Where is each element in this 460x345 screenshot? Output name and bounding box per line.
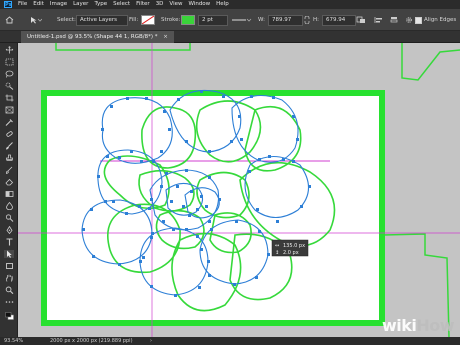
- status-bar: 93.54% 2000 px x 2000 px (219.889 ppi) ›: [0, 337, 460, 345]
- path-operations-icon[interactable]: [356, 9, 366, 31]
- eraser-icon[interactable]: [4, 178, 14, 186]
- type-icon[interactable]: [4, 238, 14, 246]
- blur-icon[interactable]: [4, 202, 14, 210]
- quick-select-icon[interactable]: [4, 82, 14, 90]
- document-page: [42, 91, 384, 325]
- align-edges-checkbox[interactable]: Align Edges: [415, 9, 456, 31]
- link-icon[interactable]: [303, 9, 311, 31]
- path-selection-tool-preset-icon[interactable]: [30, 9, 42, 31]
- h-label: H:: [313, 17, 319, 23]
- height-field[interactable]: 679.94: [322, 9, 356, 31]
- close-tab-icon[interactable]: ×: [163, 34, 168, 40]
- stroke-width-value: 2 pt: [198, 14, 228, 26]
- hand-icon[interactable]: [4, 274, 14, 282]
- tools-panel: [0, 43, 18, 337]
- svg-text:↕: ↕: [275, 250, 279, 256]
- photoshop-logo-icon: Ps: [4, 1, 12, 8]
- menu-type[interactable]: Type: [94, 0, 107, 9]
- width-field[interactable]: 789.97: [268, 9, 303, 31]
- wikihow-watermark: wikiHow: [381, 316, 455, 335]
- eyedropper-icon[interactable]: [4, 118, 14, 126]
- width-value: 789.97: [268, 14, 303, 26]
- move-icon[interactable]: [4, 46, 14, 54]
- color-swatches-icon[interactable]: [4, 312, 14, 320]
- stroke-width-field[interactable]: 2 pt: [198, 9, 228, 31]
- document-tab[interactable]: Untitled-1.psd @ 93.5% (Shape 44 1, RGB/…: [21, 31, 174, 43]
- gradient-icon[interactable]: [4, 190, 14, 198]
- menu-bar: Ps File Edit Image Layer Type Select Fil…: [0, 0, 460, 9]
- select-label: Select:: [57, 17, 76, 23]
- checkbox-checked-icon: [415, 16, 422, 24]
- path-alignment-icon[interactable]: [374, 9, 384, 31]
- spot-heal-icon[interactable]: [4, 130, 14, 138]
- hud-width: 135.0 px: [283, 243, 305, 249]
- menu-help[interactable]: Help: [216, 0, 229, 9]
- menu-select[interactable]: Select: [113, 0, 130, 9]
- stroke-color-icon: [181, 15, 195, 25]
- lasso-icon[interactable]: [4, 70, 14, 78]
- menu-edit[interactable]: Edit: [33, 0, 44, 9]
- fill-swatch[interactable]: [141, 9, 155, 31]
- fill-label: Fill:: [129, 17, 139, 23]
- transform-hud: ↔ 135.0 px ↕ 2.0 px: [271, 239, 309, 257]
- path-select-icon[interactable]: [4, 250, 14, 258]
- status-chevron-icon[interactable]: ›: [150, 337, 152, 345]
- zoom-icon[interactable]: [4, 286, 14, 294]
- document-canvas-area[interactable]: ↔ 135.0 px ↕ 2.0 px: [18, 43, 460, 337]
- crop-icon[interactable]: [4, 94, 14, 102]
- document-tab-bar: Untitled-1.psd @ 93.5% (Shape 44 1, RGB/…: [0, 31, 460, 43]
- menu-layer[interactable]: Layer: [73, 0, 88, 9]
- pen-icon[interactable]: [4, 226, 14, 234]
- menu-view[interactable]: View: [169, 0, 182, 9]
- align-edges-label: Align Edges: [424, 17, 457, 23]
- w-label: W:: [258, 17, 265, 23]
- options-bar: Select: Active Layers Fill: Stroke: 2 pt…: [0, 9, 460, 31]
- svg-text:↔: ↔: [275, 243, 279, 249]
- path-arrangement-icon[interactable]: [390, 9, 400, 31]
- fill-none-icon: [141, 15, 155, 25]
- stroke-label: Stroke:: [161, 17, 181, 23]
- height-value: 679.94: [322, 14, 356, 26]
- select-dropdown[interactable]: Active Layers: [76, 9, 128, 31]
- frame-icon[interactable]: [4, 106, 14, 114]
- settings-gear-icon[interactable]: [405, 9, 413, 31]
- home-icon[interactable]: [5, 9, 14, 31]
- shape-icon[interactable]: [4, 262, 14, 270]
- brush-icon[interactable]: [4, 142, 14, 150]
- menu-window[interactable]: Window: [188, 0, 210, 9]
- document-info: 2000 px x 2000 px (219.889 ppi): [50, 338, 133, 344]
- menu-image[interactable]: Image: [50, 0, 67, 9]
- hud-height: 2.0 px: [283, 250, 299, 256]
- more-icon[interactable]: [4, 298, 14, 306]
- menu-file[interactable]: File: [18, 0, 27, 9]
- marquee-icon[interactable]: [4, 58, 14, 66]
- menu-filter[interactable]: Filter: [136, 0, 150, 9]
- stroke-type-dropdown[interactable]: [232, 9, 252, 31]
- dodge-icon[interactable]: [4, 214, 14, 222]
- clone-stamp-icon[interactable]: [4, 154, 14, 162]
- document-tab-title: Untitled-1.psd @ 93.5% (Shape 44 1, RGB/…: [27, 34, 158, 40]
- select-dropdown-value: Active Layers: [76, 14, 128, 26]
- zoom-level[interactable]: 93.54%: [4, 337, 23, 345]
- history-brush-icon[interactable]: [4, 166, 14, 174]
- menu-3d[interactable]: 3D: [156, 0, 164, 9]
- stroke-swatch[interactable]: [181, 9, 195, 31]
